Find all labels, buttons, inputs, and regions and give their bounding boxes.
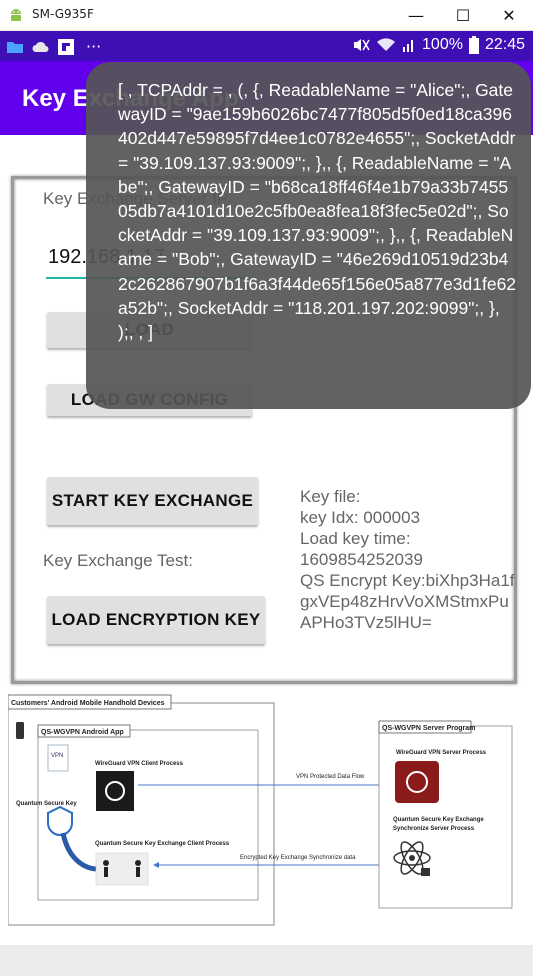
flipboard-icon bbox=[58, 38, 74, 55]
wireguard-client-icon bbox=[96, 771, 134, 811]
gateway-config-toast: [ , TCPAddr = , (, {, ReadableName = "Al… bbox=[86, 62, 531, 409]
wireguard-server-icon bbox=[395, 761, 439, 803]
toast-text: [ , TCPAddr = , (, {, ReadableName = "Al… bbox=[118, 80, 517, 343]
phone-icon bbox=[16, 722, 24, 739]
more-notifications: ··· bbox=[86, 37, 102, 56]
clock: 22:45 bbox=[484, 36, 525, 53]
qs-key-label: Quantum Secure Key bbox=[16, 801, 77, 807]
maximize-button[interactable]: ☐ bbox=[440, 0, 486, 31]
key-exchange-test-label: Key Exchange Test: bbox=[43, 551, 193, 570]
vpn-flow-label: VPN Protected Data Flow bbox=[296, 774, 365, 780]
bottom-bar bbox=[0, 945, 533, 976]
window-title-bar: SM-G935F — ☐ ✕ bbox=[0, 0, 533, 31]
svg-text:VPN: VPN bbox=[51, 753, 63, 759]
window-title: SM-G935F bbox=[32, 7, 94, 21]
enc-sync-label: Encrypted Key Exchange Synchronize data bbox=[240, 855, 356, 861]
key-index: key Idx: 000003 bbox=[300, 508, 421, 527]
qske-server-label-2: Synchronize Server Process bbox=[393, 826, 475, 832]
key-info: Key file: key Idx: 000003 Load key time:… bbox=[300, 486, 515, 633]
wg-client-label: WireGuard VPN Client Process bbox=[95, 761, 184, 767]
server-title: QS-WGVPN Server Program bbox=[382, 725, 475, 732]
architecture-diagram: Customers' Android Mobile Handhold Devic… bbox=[8, 694, 513, 926]
close-button[interactable]: ✕ bbox=[486, 0, 532, 31]
key-file-label: Key file: bbox=[300, 487, 361, 506]
android-app-title: QS-WGVPN Android App bbox=[41, 729, 124, 736]
battery-percent: 100% bbox=[422, 36, 463, 53]
customers-title: Customers' Android Mobile Handhold Devic… bbox=[11, 700, 165, 707]
qske-server-label-1: Quantum Secure Key Exchange bbox=[393, 817, 484, 823]
battery-icon bbox=[468, 36, 479, 54]
start-key-exchange-button[interactable]: START KEY EXCHANGE bbox=[47, 477, 258, 525]
signal-icon bbox=[403, 40, 414, 52]
cloud-icon bbox=[32, 41, 49, 52]
wifi-icon bbox=[377, 38, 396, 51]
shield-icon bbox=[47, 805, 73, 836]
folder-icon bbox=[7, 41, 23, 53]
mute-icon bbox=[354, 39, 370, 51]
key-exchange-icon bbox=[95, 852, 149, 886]
load-key-time-label: Load key time: bbox=[300, 529, 411, 548]
qske-client-label: Quantum Secure Key Exchange Client Proce… bbox=[95, 841, 230, 847]
android-icon bbox=[11, 9, 21, 21]
status-bar: ··· 100% 22:45 bbox=[0, 31, 533, 61]
minimize-button[interactable]: — bbox=[393, 0, 439, 31]
wg-server-label: WireGuard VPN Server Process bbox=[396, 750, 487, 756]
load-key-time-value: 1609854252039 bbox=[300, 550, 423, 569]
load-encryption-key-button[interactable]: LOAD ENCRYPTION KEY bbox=[47, 596, 265, 644]
qs-encrypt-key: QS Encrypt Key:biXhp3Ha1fgxVEp48zHrvVoXM… bbox=[300, 571, 515, 632]
